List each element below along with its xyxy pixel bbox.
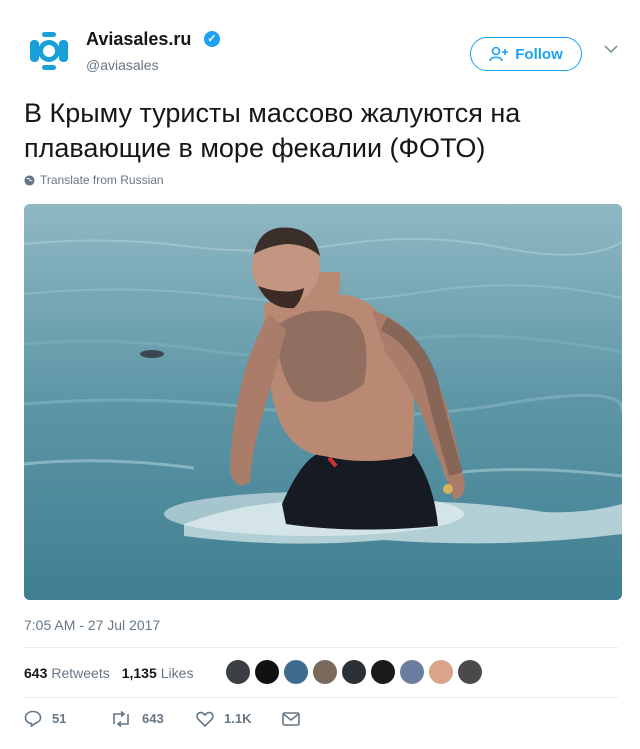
liker-avatar[interactable]	[313, 660, 337, 684]
liker-avatar[interactable]	[284, 660, 308, 684]
tweet-actions: 51 643 1.1K	[24, 710, 300, 727]
like-icon	[196, 711, 214, 727]
tweet-timestamp[interactable]: 7:05 AM - 27 Jul 2017	[24, 617, 160, 633]
like-count: 1.1K	[224, 711, 252, 726]
like-button[interactable]: 1.1K	[196, 711, 282, 727]
retweets-stat[interactable]: 643 Retweets	[24, 665, 110, 681]
likers-avatars	[226, 660, 482, 684]
liker-avatar[interactable]	[400, 660, 424, 684]
aviasales-logo-icon[interactable]	[24, 26, 74, 76]
retweets-label: Retweets	[51, 665, 110, 681]
reply-icon	[24, 710, 42, 727]
translate-label: Translate from Russian	[40, 173, 164, 187]
retweet-button[interactable]: 643	[110, 710, 196, 727]
tweet-photo[interactable]	[24, 204, 622, 600]
message-icon	[282, 711, 300, 726]
retweets-count: 643	[24, 665, 48, 681]
tweet-stats: 643 Retweets 1,135 Likes	[24, 661, 205, 685]
liker-avatar[interactable]	[458, 660, 482, 684]
verified-icon: ✓	[204, 31, 220, 47]
liker-avatar[interactable]	[371, 660, 395, 684]
retweet-icon	[113, 710, 129, 727]
liker-avatar[interactable]	[429, 660, 453, 684]
divider	[24, 647, 618, 648]
reply-button[interactable]: 51	[24, 710, 110, 727]
follow-button[interactable]: Follow	[470, 37, 582, 71]
liker-avatar[interactable]	[226, 660, 250, 684]
likes-stat[interactable]: 1,135 Likes	[122, 665, 194, 681]
likes-count: 1,135	[121, 665, 157, 681]
tweet-header: Aviasales.ru ✓ @aviasales Follow	[24, 26, 624, 82]
globe-icon	[24, 174, 35, 186]
liker-avatar[interactable]	[342, 660, 366, 684]
message-button[interactable]	[282, 711, 300, 726]
likes-label: Likes	[160, 665, 194, 681]
chevron-down-icon[interactable]	[602, 40, 620, 58]
reply-count: 51	[52, 711, 67, 726]
follow-user-icon	[489, 46, 509, 62]
translate-link[interactable]: Translate from Russian	[24, 173, 164, 187]
follow-label: Follow	[515, 45, 563, 63]
author-handle[interactable]: @aviasales	[86, 57, 159, 73]
author-name[interactable]: Aviasales.ru	[86, 29, 191, 50]
liker-avatar[interactable]	[255, 660, 279, 684]
tweet-text: В Крыму туристы массово жалуются на плав…	[24, 98, 521, 163]
divider	[24, 697, 618, 698]
retweet-count: 643	[142, 711, 164, 726]
